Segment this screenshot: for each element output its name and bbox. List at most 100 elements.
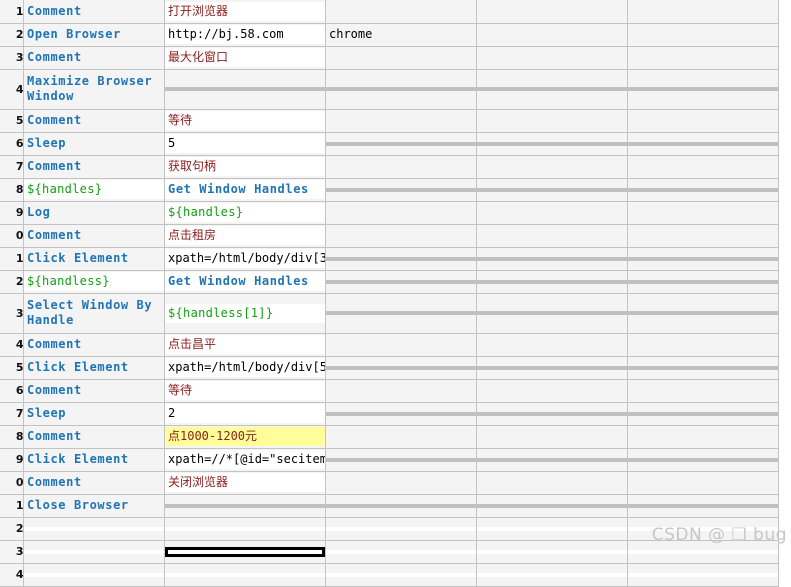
- grid-cell-r14-c3[interactable]: [325, 333, 477, 357]
- table-row[interactable]: 7 Sleep 2: [0, 402, 779, 426]
- row-number[interactable]: 6: [0, 379, 24, 403]
- grid-cell-r6-c4[interactable]: [476, 132, 628, 156]
- row-number[interactable]: 4: [0, 333, 24, 357]
- grid-cell-r13-c5[interactable]: [627, 293, 779, 334]
- row-number[interactable]: 4: [0, 563, 24, 587]
- grid-cell-r2-c3[interactable]: chrome: [325, 23, 477, 47]
- row-number[interactable]: 3: [0, 46, 24, 70]
- table-row[interactable]: 7 Comment 获取句柄: [0, 155, 779, 179]
- grid-cell-r18-c3[interactable]: [325, 425, 477, 449]
- grid-cell-r3-c4[interactable]: [476, 46, 628, 70]
- grid-cell-r4-c4[interactable]: [476, 69, 628, 110]
- row-number[interactable]: 2: [0, 23, 24, 47]
- grid-cell-r19-c3[interactable]: [325, 448, 477, 472]
- table-row[interactable]: 9 Log ${handles}: [0, 201, 779, 225]
- grid-cell-r15-c3[interactable]: [325, 356, 477, 380]
- grid-cell-r12-c5[interactable]: [627, 270, 779, 294]
- row-number[interactable]: 4: [0, 69, 24, 110]
- grid-cell-r6-c3[interactable]: [325, 132, 477, 156]
- grid-cell-r16-c5[interactable]: [627, 379, 779, 403]
- grid-cell-r22-c3[interactable]: [325, 517, 477, 541]
- grid-cell-r17-c2[interactable]: 2: [164, 402, 326, 426]
- grid-cell-r22-c4[interactable]: [476, 517, 628, 541]
- grid-cell-r17-c3[interactable]: [325, 402, 477, 426]
- grid-cell-r5-c3[interactable]: [325, 109, 477, 133]
- grid-cell-r7-c3[interactable]: [325, 155, 477, 179]
- grid-cell-r13-c3[interactable]: [325, 293, 477, 334]
- grid-cell-r7-c5[interactable]: [627, 155, 779, 179]
- grid-cell-r18-c5[interactable]: [627, 425, 779, 449]
- grid-cell-r16-c4[interactable]: [476, 379, 628, 403]
- grid-cell-r9-c3[interactable]: [325, 201, 477, 225]
- grid-cell-r3-c3[interactable]: [325, 46, 477, 70]
- grid-cell-r10-c4[interactable]: [476, 224, 628, 248]
- grid-cell-r3-c5[interactable]: [627, 46, 779, 70]
- grid-cell-r15-c5[interactable]: [627, 356, 779, 380]
- grid-cell-r22-c1[interactable]: [23, 517, 165, 541]
- row-number[interactable]: 9: [0, 201, 24, 225]
- grid-cell-r5-c2[interactable]: 等待: [164, 109, 326, 133]
- row-number[interactable]: 2: [0, 270, 24, 294]
- grid-cell-r20-c4[interactable]: [476, 471, 628, 495]
- grid-cell-r24-c1[interactable]: [23, 563, 165, 587]
- grid-cell-r21-c1[interactable]: Close Browser: [23, 494, 165, 518]
- grid-cell-r10-c5[interactable]: [627, 224, 779, 248]
- grid-cell-r1-c2[interactable]: 打开浏览器: [164, 0, 326, 24]
- grid-cell-r18-c4[interactable]: [476, 425, 628, 449]
- grid-cell-r14-c1[interactable]: Comment: [23, 333, 165, 357]
- grid-cell-r11-c4[interactable]: [476, 247, 628, 271]
- grid-cell-r1-c1[interactable]: Comment: [23, 0, 165, 24]
- grid-cell-r15-c2[interactable]: xpath=/html/body/div[5]/div[2]/div[1]/a: [164, 356, 326, 380]
- grid-cell-r20-c1[interactable]: Comment: [23, 471, 165, 495]
- table-row[interactable]: 3 Comment 最大化窗口: [0, 46, 779, 70]
- grid-cell-r16-c2[interactable]: 等待: [164, 379, 326, 403]
- row-number[interactable]: 8: [0, 425, 24, 449]
- grid-cell-r18-c2[interactable]: 点1000-1200元: [164, 425, 326, 449]
- table-row[interactable]: 2: [0, 517, 779, 541]
- grid-cell-r7-c2[interactable]: 获取句柄: [164, 155, 326, 179]
- grid-cell-r13-c2[interactable]: ${handless[1]}: [164, 293, 326, 334]
- table-row[interactable]: 1 Comment 打开浏览器: [0, 0, 779, 24]
- grid-cell-r17-c4[interactable]: [476, 402, 628, 426]
- grid-cell-r10-c1[interactable]: Comment: [23, 224, 165, 248]
- grid-cell-r16-c3[interactable]: [325, 379, 477, 403]
- grid-cell-r19-c5[interactable]: [627, 448, 779, 472]
- grid-cell-r12-c3[interactable]: [325, 270, 477, 294]
- grid-cell-r24-c2[interactable]: [164, 563, 326, 587]
- grid-cell-r20-c3[interactable]: [325, 471, 477, 495]
- grid-cell-r21-c5[interactable]: [627, 494, 779, 518]
- grid-cell-r9-c5[interactable]: [627, 201, 779, 225]
- grid-cell-r11-c5[interactable]: [627, 247, 779, 271]
- row-number[interactable]: 6: [0, 132, 24, 156]
- grid-cell-r2-c5[interactable]: [627, 23, 779, 47]
- table-row[interactable]: 6 Sleep 5: [0, 132, 779, 156]
- grid-cell-r16-c1[interactable]: Comment: [23, 379, 165, 403]
- grid-cell-r14-c4[interactable]: [476, 333, 628, 357]
- table-row[interactable]: 4 Comment 点击昌平: [0, 333, 779, 357]
- row-number[interactable]: 5: [0, 109, 24, 133]
- grid-cell-r22-c5[interactable]: [627, 517, 779, 541]
- grid-cell-r24-c4[interactable]: [476, 563, 628, 587]
- grid-cell-r4-c3[interactable]: [325, 69, 477, 110]
- table-row[interactable]: 8 ${handles} Get Window Handles: [0, 178, 779, 202]
- row-number[interactable]: 0: [0, 224, 24, 248]
- row-number[interactable]: 7: [0, 402, 24, 426]
- grid-cell-r12-c2[interactable]: Get Window Handles: [164, 270, 326, 294]
- grid-cell-r19-c2[interactable]: xpath=//*[@id="secitem-price"]/a[2]: [164, 448, 326, 472]
- row-number[interactable]: 3: [0, 540, 24, 564]
- grid-cell-r1-c3[interactable]: [325, 0, 477, 24]
- grid-cell-r7-c4[interactable]: [476, 155, 628, 179]
- table-row[interactable]: 2 Open Browser http://bj.58.com chrome: [0, 23, 779, 47]
- grid-cell-r8-c3[interactable]: [325, 178, 477, 202]
- grid-cell-r5-c5[interactable]: [627, 109, 779, 133]
- grid-cell-r14-c2[interactable]: 点击昌平: [164, 333, 326, 357]
- grid-cell-r14-c5[interactable]: [627, 333, 779, 357]
- table-row[interactable]: 1Click Elementxpath=/html/body/div[3]/di…: [0, 247, 779, 271]
- grid-cell-r23-c1[interactable]: [23, 540, 165, 564]
- table-row[interactable]: 3: [0, 540, 779, 564]
- grid-cell-r24-c3[interactable]: [325, 563, 477, 587]
- grid-cell-r5-c4[interactable]: [476, 109, 628, 133]
- grid-cell-r6-c1[interactable]: Sleep: [23, 132, 165, 156]
- row-number[interactable]: 1: [0, 494, 24, 518]
- grid-cell-r4-c1[interactable]: Maximize Browser Window: [23, 69, 165, 110]
